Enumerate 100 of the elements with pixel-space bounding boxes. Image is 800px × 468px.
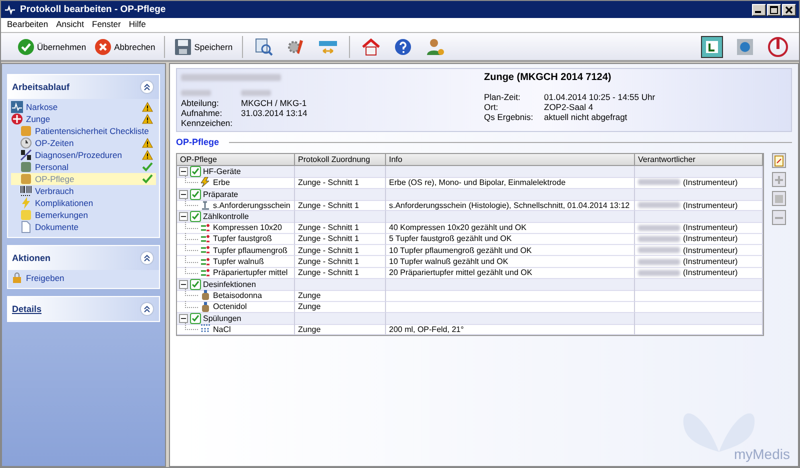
group-label: Desinfektionen xyxy=(203,280,256,289)
bolt-icon xyxy=(20,197,32,209)
edit-document-button[interactable] xyxy=(772,153,786,168)
letter-l-icon[interactable] xyxy=(701,36,723,58)
table-cell: Zunge - Schnitt 1 xyxy=(295,222,386,234)
panel-title[interactable]: Details xyxy=(12,304,42,314)
plus-icon xyxy=(774,174,784,184)
table-cell: 10 Tupfer walnuß gezählt und OK xyxy=(386,256,635,268)
item-label: Tupfer walnuß xyxy=(213,257,264,266)
redacted-label xyxy=(181,90,211,96)
workflow-item[interactable]: Dokumente xyxy=(11,221,156,233)
collapse-toggle-icon[interactable] xyxy=(179,280,188,289)
role-text: (Instrumenteur) xyxy=(683,200,738,210)
collapse-toggle-icon[interactable] xyxy=(179,167,188,176)
item-label: Octenidol xyxy=(213,302,247,312)
document-icon xyxy=(20,221,32,233)
operation-icon xyxy=(11,113,23,125)
window-title: Protokoll bearbeiten - OP-Pflege xyxy=(20,4,166,15)
document-pencil-icon xyxy=(774,154,784,166)
group-label: Spülungen xyxy=(203,314,242,323)
lightning-icon xyxy=(200,177,211,188)
role-text: (Instrumenteur) xyxy=(683,223,738,232)
workflow-item[interactable]: Freigeben xyxy=(11,272,156,284)
barcode-icon xyxy=(20,185,32,197)
home-icon[interactable] xyxy=(360,36,381,56)
workflow-item[interactable]: Personal xyxy=(11,161,156,173)
x-circle-icon xyxy=(94,38,112,56)
group-label: Zählkontrolle xyxy=(203,212,249,222)
menu-item[interactable]: Bearbeiten xyxy=(7,19,48,30)
menu-item[interactable]: Hilfe xyxy=(128,19,146,30)
field-value: MKGCH / MKG-1 xyxy=(241,98,307,108)
bottle-icon xyxy=(200,302,211,312)
case-title: Zunge (MKGCH 2014 7124) xyxy=(484,72,612,84)
note-icon xyxy=(20,209,32,221)
bottle-icon xyxy=(200,290,211,300)
role-text: (Instrumenteur) xyxy=(683,246,738,255)
check-circle-icon xyxy=(17,38,35,56)
power-icon[interactable] xyxy=(767,36,789,58)
field-value: aktuell nicht abgefragt xyxy=(544,112,628,122)
section-title: OP-Pflege xyxy=(176,137,220,147)
field-value: 01.04.2014 10:25 - 14:55 Uhr xyxy=(544,92,656,102)
user-icon[interactable] xyxy=(424,36,445,56)
search-document-icon[interactable] xyxy=(254,36,274,56)
checkbox[interactable] xyxy=(190,211,201,222)
item-label: Erbe xyxy=(213,178,230,187)
minimize-icon xyxy=(755,11,761,13)
workflow-item[interactable]: Narkose xyxy=(11,101,156,113)
workflow-item[interactable]: Bemerkungen xyxy=(11,209,156,221)
monitor-icon xyxy=(11,101,23,113)
field-label: Plan-Zeit: xyxy=(484,92,522,102)
microscope-icon xyxy=(200,200,211,210)
workflow-item[interactable]: Verbrauch xyxy=(11,185,156,197)
minimize-button[interactable] xyxy=(752,4,766,16)
collapse-icon[interactable] xyxy=(140,302,154,316)
accept-button[interactable]: Übernehmen xyxy=(15,36,88,58)
maximize-button[interactable] xyxy=(767,4,781,16)
field-label: Kennzeichen: xyxy=(181,118,234,128)
network-icon[interactable] xyxy=(735,36,755,56)
water-icon xyxy=(200,324,211,334)
table-cell: Zunge - Schnitt 1 xyxy=(295,234,386,246)
brand-name: myMedis xyxy=(734,446,790,462)
lock-icon xyxy=(11,272,23,284)
workflow-item[interactable]: Diagnosen/Prozeduren xyxy=(11,149,156,161)
item-label: Präpariertupfer mittel xyxy=(213,268,288,278)
item-label: Kompressen 10x20 xyxy=(213,223,282,232)
field-value: ZOP2-Saal 4 xyxy=(544,102,594,112)
redacted-person-name xyxy=(638,270,680,276)
checkbox[interactable] xyxy=(190,166,201,177)
panel-title[interactable]: Arbeitsablauf xyxy=(12,82,70,92)
redacted-value xyxy=(241,90,271,96)
table-cell: 200 ml, OP-Feld, 21° xyxy=(386,324,635,336)
collapse-icon[interactable] xyxy=(140,251,154,265)
workflow-item[interactable]: OP-Zeiten xyxy=(11,137,156,149)
menu-item[interactable]: Fenster xyxy=(92,19,121,30)
count-arrows-icon xyxy=(200,234,211,244)
field-label: Abteilung: xyxy=(181,98,220,108)
count-arrows-icon xyxy=(200,268,211,278)
checkbox[interactable] xyxy=(190,188,201,200)
collapse-toggle-icon[interactable] xyxy=(179,314,188,323)
checkbox[interactable] xyxy=(190,278,201,290)
save-button[interactable]: Speichern xyxy=(172,36,235,58)
workflow-item[interactable]: Komplikationen xyxy=(11,197,156,209)
count-arrows-icon xyxy=(200,245,211,256)
collapse-icon[interactable] xyxy=(140,80,154,94)
help-icon[interactable] xyxy=(392,36,413,56)
checkbox[interactable] xyxy=(190,312,201,324)
redacted-person-name xyxy=(638,236,680,242)
workflow-item[interactable]: Zunge xyxy=(11,113,156,125)
workflow-item[interactable]: Patientensicherheit Checkliste xyxy=(11,125,156,137)
redacted-person-name xyxy=(638,258,680,265)
menu-item[interactable]: Ansicht xyxy=(56,19,84,30)
collapse-toggle-icon[interactable] xyxy=(179,190,188,199)
clock-icon xyxy=(20,137,32,149)
count-arrows-icon xyxy=(200,256,211,267)
cancel-button[interactable]: Abbrechen xyxy=(92,36,158,58)
collapse-toggle-icon[interactable] xyxy=(179,212,188,222)
close-button[interactable] xyxy=(782,4,796,16)
panel-title[interactable]: Aktionen xyxy=(12,253,51,263)
redacted-person-name xyxy=(638,179,680,186)
table-cell: 40 Kompressen 10x20 gezählt und OK xyxy=(386,222,635,234)
